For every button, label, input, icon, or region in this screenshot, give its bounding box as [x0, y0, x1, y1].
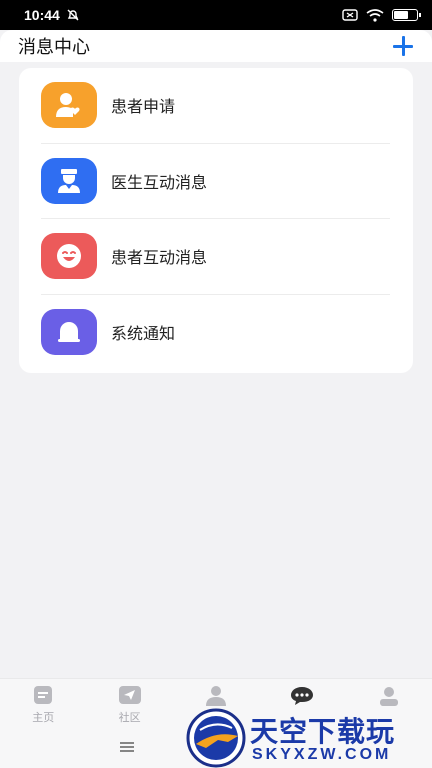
- doctor-icon: [58, 168, 80, 193]
- home-icon: [34, 686, 53, 704]
- tab-home[interactable]: 主页: [0, 679, 86, 731]
- tab-label: 主页: [32, 712, 55, 724]
- smile-face-icon: [57, 244, 81, 269]
- paper-plane-icon: [118, 686, 141, 704]
- status-time: 10:44: [24, 7, 60, 23]
- icon-badge: [41, 157, 97, 204]
- message-item-system-notice[interactable]: 系统通知: [41, 295, 390, 371]
- icon-badge: [41, 82, 97, 129]
- bell-icon: [58, 322, 80, 343]
- message-item-patient-request[interactable]: 患者申请: [41, 68, 390, 144]
- message-item-label: 患者申请: [111, 99, 176, 117]
- wifi-icon: [366, 8, 384, 22]
- profile-icon: [379, 687, 398, 706]
- app-header: 消息中心: [0, 30, 432, 62]
- page-title: 消息中心: [18, 37, 90, 57]
- watermark-domain: SKYXZW.COM: [252, 746, 392, 763]
- status-bar: 10:44: [0, 0, 432, 30]
- watermark-logo-icon: [186, 708, 246, 768]
- patient-icon: [206, 686, 227, 706]
- message-item-patient-interaction[interactable]: 患者互动消息: [41, 219, 390, 295]
- icon-badge: [41, 309, 97, 356]
- tab-community[interactable]: 社区: [86, 679, 172, 731]
- battery-icon: [392, 9, 421, 21]
- watermark-name: 天空下载玩: [250, 716, 396, 747]
- sim-icon: [342, 9, 358, 21]
- patient-heart-icon: [56, 93, 80, 118]
- tab-label: 社区: [118, 712, 141, 724]
- message-list: 患者申请 医生互动消息 患者互动消息 系统通知: [19, 68, 413, 373]
- notification-off-icon: [67, 9, 79, 21]
- message-item-label: 医生互动消息: [111, 174, 208, 192]
- watermark: 天空下载玩 SKYXZW.COM: [186, 708, 432, 768]
- icon-badge: [41, 233, 97, 280]
- add-button[interactable]: [392, 35, 414, 57]
- message-item-label: 患者互动消息: [111, 250, 208, 268]
- message-item-label: 系统通知: [111, 326, 176, 344]
- menu-icon[interactable]: [120, 742, 134, 752]
- message-item-doctor-interaction[interactable]: 医生互动消息: [41, 144, 390, 219]
- screen: 10:44 消息中心 患者申请 医生互动消息 患者互动消息 系统通知 主页 社区…: [0, 0, 432, 768]
- chat-bubble-icon: [291, 687, 314, 705]
